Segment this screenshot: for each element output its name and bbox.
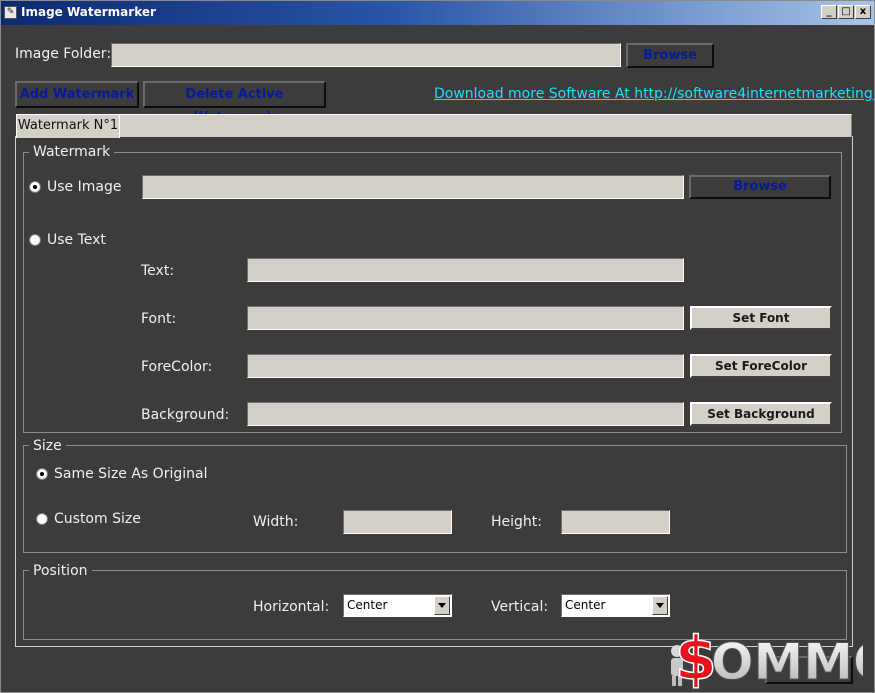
same-size-label: Same Size As Original bbox=[54, 466, 208, 482]
vertical-select-value: Center bbox=[565, 598, 606, 612]
app-icon: ✎ bbox=[4, 6, 17, 19]
horizontal-select-value: Center bbox=[347, 598, 388, 612]
radio-selected-dot bbox=[33, 185, 37, 189]
use-image-radio[interactable] bbox=[29, 181, 41, 193]
width-input[interactable] bbox=[343, 510, 452, 534]
custom-size-radio[interactable] bbox=[36, 513, 48, 525]
use-text-radio[interactable] bbox=[29, 234, 41, 246]
minimize-button[interactable]: _ bbox=[821, 5, 837, 19]
chevron-down-icon[interactable] bbox=[434, 596, 450, 615]
background-input[interactable] bbox=[247, 402, 684, 426]
set-background-button[interactable]: Set Background bbox=[690, 402, 832, 426]
custom-size-label: Custom Size bbox=[54, 511, 141, 527]
background-label: Background: bbox=[141, 407, 230, 423]
delete-watermark-button[interactable]: Delete Active Watermark bbox=[143, 81, 326, 125]
title-bar[interactable]: ✎ Image Watermarker _ □ x bbox=[1, 1, 874, 25]
use-image-label: Use Image bbox=[47, 179, 122, 195]
maximize-button[interactable]: □ bbox=[838, 5, 854, 19]
vertical-label: Vertical: bbox=[491, 599, 549, 615]
radio-selected-dot bbox=[40, 472, 44, 476]
height-input[interactable] bbox=[561, 510, 670, 534]
height-label: Height: bbox=[491, 514, 542, 530]
window-title: Image Watermarker bbox=[21, 5, 156, 19]
add-watermark-button[interactable]: Add Watermark bbox=[15, 81, 139, 108]
horizontal-label: Horizontal: bbox=[253, 599, 330, 615]
watermark-group-legend: Watermark bbox=[29, 144, 115, 160]
same-size-radio[interactable] bbox=[36, 468, 48, 480]
app-window: ✎ Image Watermarker _ □ x Image Folder: … bbox=[0, 0, 875, 693]
width-label: Width: bbox=[253, 514, 299, 530]
download-link[interactable]: Download more Software At http://softwar… bbox=[434, 86, 874, 102]
tab-watermark-1[interactable]: Watermark N°1 bbox=[16, 114, 120, 138]
image-folder-input[interactable] bbox=[111, 43, 621, 67]
size-group bbox=[23, 445, 847, 553]
chevron-down-icon[interactable] bbox=[652, 596, 668, 615]
font-label: Font: bbox=[141, 311, 177, 327]
text-input[interactable] bbox=[247, 258, 684, 282]
text-label: Text: bbox=[141, 263, 175, 279]
close-button[interactable]: x bbox=[855, 5, 871, 19]
watermark-logo-text: OMMO bbox=[711, 633, 863, 691]
horizontal-select[interactable]: Center bbox=[343, 594, 452, 617]
vertical-select[interactable]: Center bbox=[561, 594, 670, 617]
tab-strip bbox=[120, 114, 852, 137]
forecolor-input[interactable] bbox=[247, 354, 684, 378]
forecolor-label: ForeColor: bbox=[141, 359, 213, 375]
position-group-legend: Position bbox=[29, 563, 92, 579]
size-group-legend: Size bbox=[29, 438, 66, 454]
sommo-watermark-logo: $ OMMO bbox=[663, 616, 874, 692]
font-input[interactable] bbox=[247, 306, 684, 330]
use-text-label: Use Text bbox=[47, 232, 106, 248]
folder-browse-button[interactable]: Browse bbox=[626, 43, 714, 68]
image-folder-label: Image Folder: bbox=[15, 46, 112, 62]
set-forecolor-button[interactable]: Set ForeColor bbox=[690, 354, 832, 378]
set-font-button[interactable]: Set Font bbox=[690, 306, 832, 330]
image-path-input[interactable] bbox=[142, 175, 684, 199]
image-browse-button[interactable]: Browse bbox=[689, 175, 831, 199]
